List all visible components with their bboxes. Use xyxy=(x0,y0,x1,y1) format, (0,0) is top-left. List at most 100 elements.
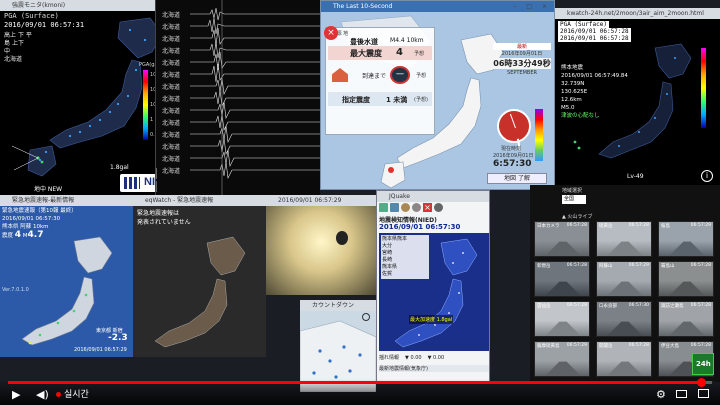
camera-name: 阿蘇山 xyxy=(599,264,613,269)
wn-clock-hand-min xyxy=(509,113,517,129)
camera-header1: 地域選択 xyxy=(562,188,583,194)
wn-header-right: 最新 xyxy=(493,43,551,50)
fullscreen-icon[interactable] xyxy=(698,388,709,402)
camera-time: 06:57:28 xyxy=(690,303,711,308)
jquake-scale-text: 最大加速度 1.8gal xyxy=(409,315,454,324)
live-indicator[interactable]: 실시간 xyxy=(56,388,89,402)
camera-time: 06:57:28 xyxy=(566,263,587,268)
jquake-footer-val1[interactable]: ▼ 0.00 xyxy=(405,353,422,363)
wn-close-icon[interactable]: × xyxy=(324,26,338,40)
jquake-bottom-title: 最新地震情報(気象庁) xyxy=(379,365,489,372)
gear-icon[interactable] xyxy=(434,203,443,212)
kwatch-window: kwatch-24h.net/2moon/3air_aim_2moon.html… xyxy=(555,8,720,185)
kwatch-quake-info: 熊本地震 2016/09/01 06:57:49.84 32.739N 130.… xyxy=(561,65,628,119)
settings-icon[interactable]: ⚙ xyxy=(656,388,666,402)
camera-tile[interactable]: 日本カメラ 06:57:28 xyxy=(534,221,590,257)
camera-tile[interactable]: 阿蘇山 06:57:29 xyxy=(596,261,652,297)
camera-name: 雲仙岳 xyxy=(537,304,551,309)
volcano-silhouette xyxy=(545,321,581,336)
camera-time: 06:57:28 xyxy=(566,303,587,308)
camera-time: 06:57:29 xyxy=(628,263,649,268)
camera-name: 桜島 xyxy=(661,224,670,229)
miniplayer-icon[interactable] xyxy=(676,388,687,402)
list-icon[interactable] xyxy=(390,203,399,212)
close-icon[interactable]: × xyxy=(423,203,432,212)
camera-small-window: 2016/09/01 06:57:29 xyxy=(266,195,376,295)
camera-tile[interactable]: 口永良部 06:57:30 xyxy=(596,301,652,337)
camera-clock-icon xyxy=(336,231,348,245)
history-button[interactable]: 履歴 xyxy=(156,181,157,192)
volcano-silhouette xyxy=(607,361,643,376)
waveform-traces xyxy=(190,0,320,195)
camera-tile[interactable]: 開聞岳 06:57:28 xyxy=(596,341,652,377)
camera-name: 日本カメラ xyxy=(537,224,560,229)
volcano-silhouette xyxy=(545,241,581,256)
wn-magnitude: M4.4 10km xyxy=(390,37,424,44)
volcano-silhouette xyxy=(669,321,705,336)
eew-window: 緊急地震速報-最新情報 緊急地震速報（第10報 最終） 2016/09/01 0… xyxy=(0,195,133,357)
volcano-silhouette xyxy=(669,281,705,296)
camera-tile[interactable]: 薩摩硫黄島 06:57:29 xyxy=(534,341,590,377)
progress-fill xyxy=(8,381,702,384)
volcano-silhouette xyxy=(607,241,643,256)
kyoshin-footer-label: 地中 NEW xyxy=(34,186,63,193)
wn-clock-date: 2016年09月01日 xyxy=(493,153,534,159)
volcano-silhouette xyxy=(607,281,643,296)
camera-time: 06:57:28 xyxy=(628,343,649,348)
camera-tile[interactable]: 硫黄岳 06:57:28 xyxy=(596,221,652,257)
waveform-window: 設定 履歴 北海道北海道北海道北海道北海道北海道北海道北海道北海道北海道北海道北… xyxy=(155,0,320,195)
map-icon[interactable] xyxy=(379,203,388,212)
camera-tile[interactable]: 新燃岳 06:57:28 xyxy=(534,261,590,297)
camera-tile[interactable]: 桜島 06:57:29 xyxy=(658,221,714,257)
camera-tile[interactable]: 雲仙岳 06:57:28 xyxy=(534,301,590,337)
camera-time: 06:57:29 xyxy=(566,343,587,348)
camera-grid-window: 地域選択 全国 ▲ 火山ライブ 日本カメラ 06:57:28 硫黄岳 06:57:28… xyxy=(530,185,720,382)
camera-select[interactable]: 全国 xyxy=(562,195,586,204)
camera-time: 06:57:28 xyxy=(690,343,711,348)
jquake-time: 2016/09/01 06:57:30 xyxy=(379,223,461,231)
progress-bar[interactable] xyxy=(8,378,712,387)
mini-map-titlebar[interactable]: カウントダウン xyxy=(300,300,376,311)
wn-month: SEPTEMBER xyxy=(507,70,537,76)
wn-footer-button[interactable]: 地図 了解 xyxy=(487,173,547,184)
camera-time: 06:57:30 xyxy=(628,303,649,308)
camera-caption: ▲ 火山ライブ xyxy=(562,214,593,220)
camera-name: 硫黄岳 xyxy=(599,224,613,229)
live-24h-badge: 24h xyxy=(692,353,714,375)
settings-button[interactable]: 設定 xyxy=(156,168,157,179)
camera-small-view xyxy=(266,206,376,295)
wn-clock-caption: 現在時刻 xyxy=(501,146,522,152)
jquake-map-bg: 熊本県熊本 大分 宮崎 長崎 熊本県 佐賀 最大加速度 1.8gal xyxy=(379,233,489,351)
volume-icon[interactable]: ◀) xyxy=(36,388,49,402)
eew2-japan-map xyxy=(154,236,246,348)
camera-name: 伊豆大島 xyxy=(661,344,679,349)
volcano-silhouette xyxy=(669,241,705,256)
play-icon[interactable]: ▶ xyxy=(12,388,20,402)
camera-tile[interactable]: 諏訪之瀬島 06:57:28 xyxy=(658,301,714,337)
camera-name: 諏訪之瀬島 xyxy=(661,304,684,309)
zoom-icon[interactable] xyxy=(412,203,421,212)
wn-time-big: 06時33分49秒 xyxy=(493,58,551,69)
info-icon[interactable]: i xyxy=(701,170,713,182)
camera-time: 06:57:28 xyxy=(566,223,587,228)
refresh-icon[interactable] xyxy=(401,203,410,212)
jquake-footer-val2[interactable]: ▼ 0.00 xyxy=(428,353,445,363)
jquake-window: JQuake × 地震検知情報(NIED) 2016/09/01 06:57:3… xyxy=(376,190,490,382)
camera-time: 06:57:28 xyxy=(628,223,649,228)
kwatch-corner: Lv-49 xyxy=(627,173,644,180)
weathernews-titlebar[interactable]: The Last 10-Second – □ × xyxy=(321,1,554,12)
jquake-titlebar[interactable]: JQuake xyxy=(377,191,489,202)
nied-mark-icon xyxy=(124,177,140,189)
jquake-toolbar: × xyxy=(379,203,489,213)
camera-name: 開聞岳 xyxy=(599,344,613,349)
camera-tile[interactable]: 霧島山 06:57:28 xyxy=(658,261,714,297)
wn-clock-time: 6:57:30 xyxy=(493,159,532,169)
camera-small-titlebar[interactable]: 2016/09/01 06:57:29 xyxy=(266,195,376,206)
search-icon[interactable] xyxy=(362,313,370,321)
eew-time: 2016/09/01 06:57:29 xyxy=(74,347,127,353)
volcano-silhouette xyxy=(545,361,581,376)
weathernews-date-panel: 最新 2016年09月01日 06時33分49秒 SEPTEMBER xyxy=(493,43,551,91)
camera-time: 06:57:29 xyxy=(690,223,711,228)
camera-name: 新燃岳 xyxy=(537,264,551,269)
waveform-buttons: 設定 履歴 xyxy=(156,168,157,192)
